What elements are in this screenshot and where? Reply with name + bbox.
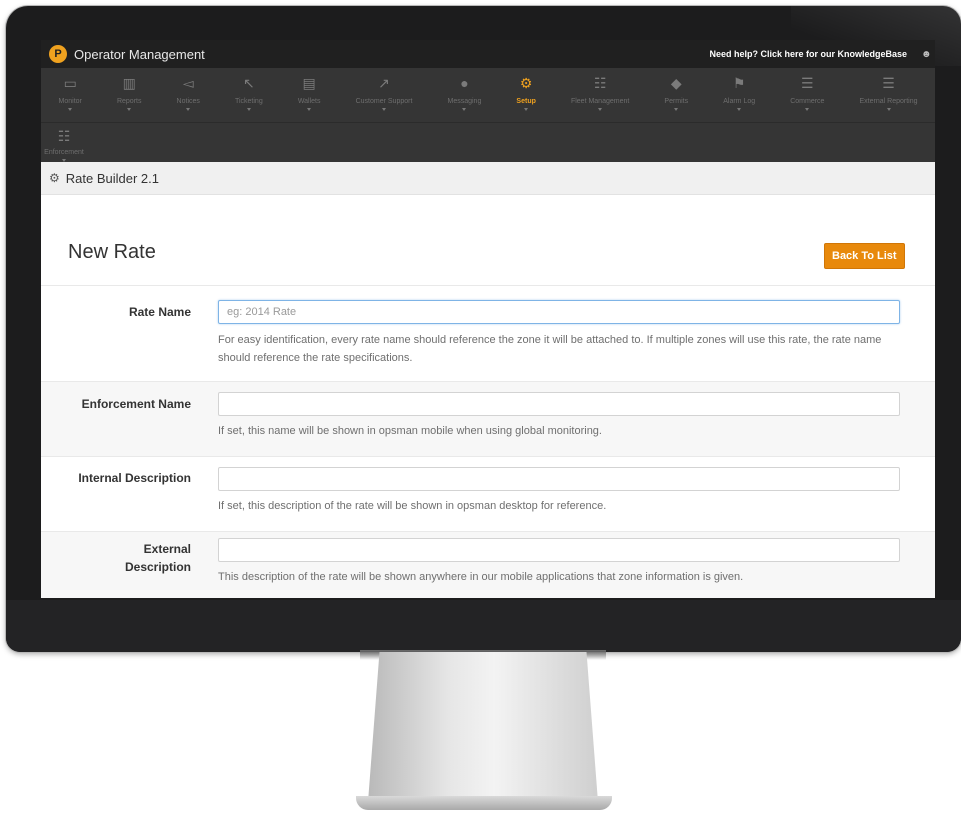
- nav-item-ticketing[interactable]: ↖ Ticketing: [217, 68, 280, 122]
- nav-item-wallets[interactable]: ▤ Wallets: [280, 68, 338, 122]
- nav-item-commerce[interactable]: ☰ Commerce: [773, 68, 842, 122]
- caret-down-icon: [68, 108, 73, 111]
- sitemap-icon: ☷: [57, 128, 71, 144]
- rate-name-help: For easy identification, every rate name…: [218, 334, 882, 364]
- external-link-icon: ↗: [378, 75, 390, 91]
- brand-logo[interactable]: P: [49, 45, 67, 63]
- flag-icon: ⚑: [732, 75, 746, 91]
- caret-down-icon: [737, 108, 742, 111]
- nav-item-label: Permits: [664, 98, 689, 105]
- form-row-external-description: External Description This description of…: [41, 531, 935, 598]
- nav-item-label: Ticketing: [234, 98, 263, 105]
- external-description-input[interactable]: [218, 538, 900, 562]
- gear-icon: ⚙: [519, 75, 533, 91]
- nav-item-monitor[interactable]: ▭ Monitor: [41, 68, 99, 122]
- caret-down-icon: [886, 108, 891, 111]
- external-description-label-line2: Description: [124, 560, 191, 574]
- ticketing-icon: ↖: [242, 75, 255, 91]
- back-to-list-button[interactable]: Back To List: [824, 243, 905, 269]
- form-row-enforcement-name: Enforcement Name If set, this name will …: [41, 381, 935, 456]
- page-header: New Rate Back To List: [41, 195, 935, 285]
- breadcrumb-title: Rate Builder 2.1: [65, 170, 159, 186]
- monitor-stand-base: [356, 796, 612, 810]
- nav-item-label: Monitor: [58, 98, 82, 105]
- caret-down-icon: [462, 108, 467, 111]
- rate-name-label: Rate Name: [128, 305, 191, 319]
- internal-description-help: If set, this description of the rate wil…: [218, 500, 607, 512]
- nav-row-secondary: ☷ Enforcement: [41, 123, 935, 163]
- megaphone-icon: ◅: [182, 75, 194, 91]
- page-title: New Rate: [68, 241, 156, 263]
- caret-down-icon: [805, 108, 810, 111]
- tags-icon: ◆: [670, 75, 682, 91]
- main-content: New Rate Back To List Rate Name For easy…: [41, 195, 935, 598]
- globe-icon: ●: [460, 75, 469, 91]
- caret-down-icon: [674, 108, 679, 111]
- main-nav: ▭ Monitor ▥ Reports ◅ Notices ↖ Ticketing ▤ Walle…: [41, 68, 935, 162]
- breadcrumb: ⚙ Rate Builder 2.1: [41, 162, 935, 195]
- caret-down-icon: [307, 108, 312, 111]
- form-row-rate-name: Rate Name For easy identification, every…: [41, 285, 935, 381]
- nav-item-alarm-log[interactable]: ⚑ Alarm Log: [706, 68, 773, 122]
- monitor-stand: [368, 652, 598, 802]
- list-icon: ☰: [801, 75, 814, 91]
- nav-item-reports[interactable]: ▥ Reports: [99, 68, 159, 122]
- gear-icon: ⚙: [49, 171, 60, 185]
- nav-item-customer-support[interactable]: ↗ Customer Support: [338, 68, 430, 122]
- caret-down-icon: [598, 108, 603, 111]
- caret-down-icon: [186, 108, 191, 111]
- sitemap-icon: ☷: [593, 75, 607, 91]
- internal-description-input[interactable]: [218, 467, 900, 491]
- caret-down-icon: [524, 108, 529, 111]
- nav-item-messaging[interactable]: ● Messaging: [430, 68, 499, 122]
- external-description-label-line1: External: [143, 542, 191, 556]
- app-title: Operator Management: [74, 46, 205, 62]
- rate-name-input[interactable]: [218, 300, 900, 324]
- nav-item-notices[interactable]: ◅ Notices: [159, 68, 217, 122]
- external-description-help: This description of the rate will be sho…: [218, 571, 744, 583]
- monitor-icon: ▭: [63, 75, 77, 91]
- nav-item-external-reporting[interactable]: ☰ External Reporting: [842, 68, 935, 122]
- nav-item-label: Reports: [116, 98, 142, 105]
- nav-item-label: Customer Support: [355, 98, 413, 105]
- form-row-internal-description: Internal Description If set, this descri…: [41, 456, 935, 531]
- enforcement-name-label: Enforcement Name: [81, 397, 191, 411]
- nav-item-label: Notices: [176, 98, 200, 105]
- wallet-icon: ▤: [302, 75, 316, 91]
- nav-item-permits[interactable]: ◆ Permits: [647, 68, 706, 122]
- caret-down-icon: [62, 159, 66, 162]
- nav-item-label: External Reporting: [859, 98, 918, 105]
- nav-item-label: Messaging: [447, 98, 482, 105]
- nav-item-label: Commerce: [790, 98, 825, 105]
- nav-item-label: Enforcement: [44, 149, 84, 156]
- reports-icon: ▥: [122, 75, 136, 91]
- knowledgebase-link[interactable]: Need help? Click here for our KnowledgeB…: [709, 49, 907, 59]
- nav-item-label: Fleet Management: [570, 98, 630, 105]
- user-icon[interactable]: ☻: [921, 49, 933, 60]
- external-description-label: External Description: [125, 540, 191, 576]
- nav-item-setup[interactable]: ⚙ Setup: [499, 68, 554, 122]
- caret-down-icon: [246, 108, 251, 111]
- nav-row-primary: ▭ Monitor ▥ Reports ◅ Notices ↖ Ticketing ▤ Walle…: [41, 68, 935, 123]
- nav-item-fleet-management[interactable]: ☷ Fleet Management: [553, 68, 646, 122]
- nav-item-label: Alarm Log: [723, 98, 756, 105]
- enforcement-name-help: If set, this name will be shown in opsma…: [218, 425, 602, 437]
- top-bar: P Operator Management Need help? Click h…: [41, 40, 935, 68]
- monitor-chin: [6, 600, 961, 652]
- nav-item-enforcement[interactable]: ☷ Enforcement: [41, 123, 87, 163]
- nav-item-label: Wallets: [297, 98, 321, 105]
- nav-item-label: Setup: [516, 98, 536, 105]
- internal-description-label: Internal Description: [78, 471, 191, 485]
- caret-down-icon: [127, 108, 132, 111]
- app-screen: P Operator Management Need help? Click h…: [41, 40, 935, 598]
- caret-down-icon: [382, 108, 386, 111]
- enforcement-name-input[interactable]: [218, 392, 900, 416]
- list-alt-icon: ☰: [882, 75, 895, 91]
